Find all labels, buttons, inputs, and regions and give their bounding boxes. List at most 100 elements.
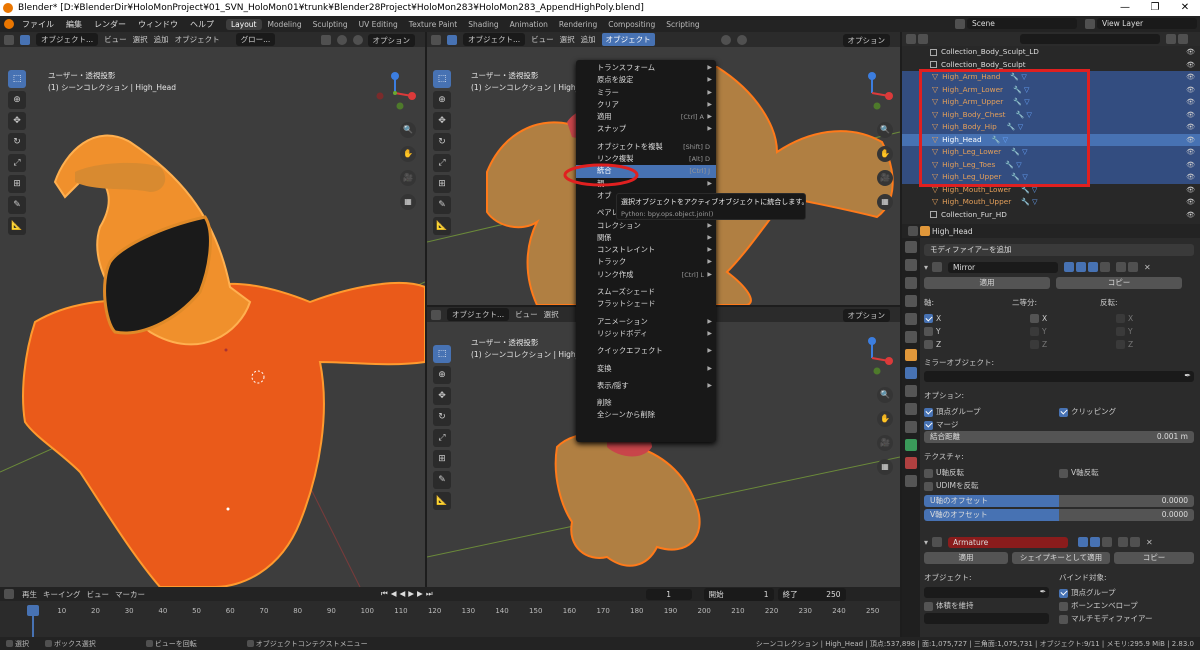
move-tool-icon[interactable]: ✥ xyxy=(433,387,451,405)
on-cage-icon[interactable] xyxy=(1100,262,1111,272)
rotate-tool-icon[interactable]: ↻ xyxy=(433,133,451,151)
menu-object-open[interactable]: オブジェクト xyxy=(601,33,655,46)
select-tool-icon[interactable]: ⬚ xyxy=(433,345,451,363)
data-tab-icon[interactable] xyxy=(905,439,917,451)
armature-copy-button[interactable]: コピー xyxy=(1114,552,1194,564)
menu-item[interactable]: 関係 ▶ xyxy=(576,232,716,244)
menu-view[interactable]: ビュー xyxy=(104,34,127,45)
mode-dropdown[interactable]: オブジェクト... xyxy=(463,33,526,46)
menu-view[interactable]: ビュー xyxy=(515,309,538,320)
nav-gizmo-icon[interactable] xyxy=(847,333,897,383)
menu-item[interactable]: 削除 xyxy=(576,397,716,409)
visibility-eye-icon[interactable]: 👁 xyxy=(1186,184,1195,197)
remove-modifier-icon[interactable]: ✕ xyxy=(1144,263,1151,272)
merge-checkbox[interactable] xyxy=(924,420,933,430)
flip-z-checkbox[interactable] xyxy=(1116,340,1125,350)
v-flip-checkbox[interactable] xyxy=(1059,468,1068,478)
on-cage-icon[interactable] xyxy=(1102,537,1113,547)
axis-y-checkbox[interactable] xyxy=(924,327,933,337)
visibility-eye-icon[interactable]: 👁 xyxy=(1186,159,1195,172)
display-mode-icon[interactable] xyxy=(918,34,928,44)
move-down-icon[interactable] xyxy=(1130,537,1141,547)
camera-icon[interactable]: 🎥 xyxy=(877,435,893,451)
tab-modeling[interactable]: Modeling xyxy=(263,19,307,30)
preserve-volume-checkbox[interactable] xyxy=(924,601,933,611)
outliner-search-input[interactable] xyxy=(1020,34,1160,44)
menu-item[interactable]: フラットシェード xyxy=(576,298,716,310)
menu-item[interactable]: 表示/隠す ▶ xyxy=(576,380,716,392)
outliner-editor-icon[interactable] xyxy=(906,34,916,44)
visibility-eye-icon[interactable]: 👁 xyxy=(1186,59,1195,72)
measure-tool-icon[interactable]: 📐 xyxy=(433,217,451,235)
rotate-tool-icon[interactable]: ↻ xyxy=(8,133,26,151)
scene-field[interactable]: Scene xyxy=(967,18,1077,29)
shading-solid-icon[interactable] xyxy=(337,34,348,45)
world-tab-icon[interactable] xyxy=(905,331,917,343)
rotate-tool-icon[interactable]: ↻ xyxy=(433,408,451,426)
tab-sculpting[interactable]: Sculpting xyxy=(308,19,353,30)
pan-icon[interactable]: ✋ xyxy=(877,146,893,162)
render-display-icon[interactable] xyxy=(1090,537,1101,547)
transform-tool-icon[interactable]: ⊞ xyxy=(8,175,26,193)
merge-distance-field[interactable]: 結合距離 0.001 m xyxy=(924,431,1194,443)
mode-dropdown[interactable]: オブジェクト... xyxy=(447,308,510,321)
shading-material-icon[interactable] xyxy=(353,34,364,45)
menu-item[interactable]: トラック ▶ xyxy=(576,256,716,268)
mirror-name-field[interactable]: Mirror xyxy=(948,261,1059,273)
tab-animation[interactable]: Animation xyxy=(505,19,553,30)
multi-modifier-checkbox[interactable] xyxy=(1059,614,1068,624)
remove-modifier-icon[interactable]: ✕ xyxy=(1146,538,1153,547)
material-tab-icon[interactable] xyxy=(905,457,917,469)
menu-item[interactable]: オブジェクトを複製 [Shift] D xyxy=(576,141,716,153)
nav-gizmo-icon[interactable] xyxy=(847,68,897,118)
collapse-icon[interactable]: ▾ xyxy=(924,538,928,547)
options-dropdown[interactable]: オプション xyxy=(842,34,890,47)
outliner-row[interactable]: Collection_Body_Sculpt_LD 👁 xyxy=(902,46,1200,59)
move-tool-icon[interactable]: ✥ xyxy=(8,112,26,130)
annotate-tool-icon[interactable]: ✎ xyxy=(433,196,451,214)
particles-tab-icon[interactable] xyxy=(905,385,917,397)
nav-gizmo-icon[interactable] xyxy=(370,68,420,118)
scale-tool-icon[interactable]: ⤢ xyxy=(433,429,451,447)
visibility-eye-icon[interactable]: 👁 xyxy=(1186,96,1195,109)
options-dropdown[interactable]: オプション xyxy=(367,34,415,47)
mode-dropdown[interactable]: オブジェクト... xyxy=(36,33,99,46)
apply-as-shape-key-button[interactable]: シェイプキーとして適用 xyxy=(1012,552,1110,564)
viewport-display-icon[interactable] xyxy=(1078,537,1089,547)
menu-object[interactable]: オブジェクト xyxy=(175,34,220,45)
menu-select[interactable]: 選択 xyxy=(560,34,575,45)
move-tool-icon[interactable]: ✥ xyxy=(433,112,451,130)
visibility-eye-icon[interactable]: 👁 xyxy=(1186,171,1195,184)
menu-item[interactable]: 変換 ▶ xyxy=(576,363,716,375)
tool-tab-icon[interactable] xyxy=(905,241,917,253)
eyedropper-icon[interactable]: ✒ xyxy=(1040,587,1046,596)
flip-y-checkbox[interactable] xyxy=(1116,327,1125,337)
constraints-tab-icon[interactable] xyxy=(905,421,917,433)
object-tab-icon[interactable] xyxy=(905,349,917,361)
orientation-dropdown[interactable]: グロー... xyxy=(235,33,276,46)
armature-name-field[interactable]: Armature xyxy=(948,536,1069,548)
select-box-icon[interactable] xyxy=(447,34,457,45)
zoom-icon[interactable]: 🔍 xyxy=(400,122,416,138)
vertex-groups-checkbox[interactable] xyxy=(924,407,933,417)
visibility-eye-icon[interactable]: 👁 xyxy=(1186,209,1195,222)
filter-icon[interactable] xyxy=(1166,34,1176,44)
shading-solid-icon[interactable] xyxy=(720,34,731,45)
u-offset-field[interactable]: U軸のオフセット 0.0000 xyxy=(924,495,1194,507)
menu-select[interactable]: 選択 xyxy=(133,34,148,45)
visibility-eye-icon[interactable]: 👁 xyxy=(1186,196,1195,209)
tab-texture-paint[interactable]: Texture Paint xyxy=(404,19,462,30)
menu-item[interactable]: 原点を設定 ▶ xyxy=(576,74,716,86)
edit-mode-icon[interactable] xyxy=(1064,262,1075,272)
visibility-eye-icon[interactable]: 👁 xyxy=(1186,109,1195,122)
menu-window[interactable]: ウィンドウ xyxy=(132,19,184,30)
overlay-icon[interactable] xyxy=(321,34,332,45)
armature-object-field[interactable]: ✒ xyxy=(924,587,1049,598)
select-tool-icon[interactable]: ⬚ xyxy=(433,70,451,88)
annotate-tool-icon[interactable]: ✎ xyxy=(433,471,451,489)
visibility-eye-icon[interactable]: 👁 xyxy=(1186,134,1195,147)
annotate-tool-icon[interactable]: ✎ xyxy=(8,196,26,214)
measure-tool-icon[interactable]: 📐 xyxy=(433,492,451,510)
tab-compositing[interactable]: Compositing xyxy=(603,19,660,30)
close-button[interactable]: ✕ xyxy=(1170,0,1200,16)
